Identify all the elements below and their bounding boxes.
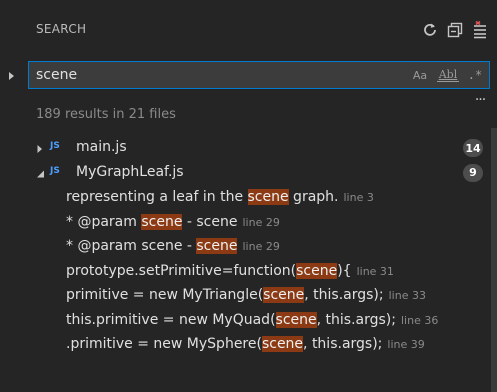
whole-word-toggle[interactable]: Abl [437, 68, 459, 82]
chevron-right-icon [37, 145, 42, 153]
collapse-all-icon [447, 22, 463, 38]
match-text-after: , this.args); [316, 311, 396, 328]
match-text-before: * @param [66, 213, 142, 230]
refresh-button[interactable] [418, 18, 442, 42]
search-box: Aa Abl .* [28, 61, 490, 89]
search-header: SEARCH [0, 0, 497, 58]
match-text-after: ){ [337, 262, 352, 279]
line-number: line 29 [242, 215, 280, 229]
chevron-down-icon [37, 170, 44, 177]
panel-title: SEARCH [36, 22, 87, 36]
clear-results-button[interactable] [468, 18, 492, 42]
line-number: line 39 [387, 338, 425, 351]
match-highlight: scene [196, 238, 238, 254]
match-text-before: this.primitive = new MyQuad( [66, 311, 276, 328]
line-number: line 33 [388, 289, 426, 302]
file-row-main-js[interactable]: JS main.js 14 [0, 136, 497, 161]
file-name: MyGraphLeaf.js [76, 163, 184, 180]
match-text-before: * @param scene - [66, 238, 197, 254]
refresh-icon [424, 23, 436, 36]
line-number: line 29 [242, 240, 280, 253]
match-highlight: scene [247, 189, 289, 205]
search-input[interactable] [36, 65, 396, 85]
match-row[interactable]: representing a leaf in the scene graph. l… [0, 185, 497, 210]
chevron-right-icon [9, 72, 14, 80]
match-text-before: prototype.setPrimitive=function( [66, 262, 297, 279]
js-file-icon: JS [50, 141, 60, 151]
match-highlight: scene [263, 287, 305, 303]
match-count-badge: 14 [463, 139, 483, 157]
search-panel: SEARCH scene Aa Abl .* ... 189 results i… [0, 0, 497, 392]
match-row[interactable]: prototype.setPrimitive=function(scene){ l… [0, 259, 497, 284]
clear-results-icon [474, 21, 486, 39]
regex-toggle[interactable]: .* [465, 66, 485, 84]
match-count-badge: 9 [463, 163, 483, 182]
line-number: line 31 [356, 264, 394, 278]
match-text-before: representing a leaf in the [66, 189, 248, 205]
match-text-after: graph. [288, 189, 339, 205]
match-text-before: .primitive = new MySphere( [66, 336, 262, 352]
line-number: line 3 [343, 191, 374, 204]
match-text-before: primitive = new MyTriangle( [66, 287, 264, 303]
results-summary: 189 results in 21 files [36, 107, 176, 122]
toggle-replace-button[interactable] [6, 68, 18, 82]
match-text-after: , this.args); [304, 287, 384, 303]
file-name: main.js [76, 139, 127, 155]
line-number: line 36 [401, 313, 439, 327]
match-row[interactable]: .primitive = new MySphere(scene, this.ar… [0, 332, 497, 357]
match-row[interactable]: * @param scene - scene line 29 [0, 234, 497, 259]
match-highlight: scene [275, 311, 317, 328]
match-highlight: scene [296, 262, 338, 279]
match-text-after: - scene [182, 213, 238, 230]
match-text-after: , this.args); [303, 336, 383, 352]
match-row[interactable]: this.primitive = new MyQuad(scene, this.… [0, 308, 497, 333]
match-row[interactable]: * @param scene - scene line 29 [0, 210, 497, 235]
match-row[interactable]: primitive = new MyTriangle(scene, this.a… [0, 283, 497, 308]
match-case-toggle[interactable]: Aa [409, 66, 431, 84]
js-file-icon: JS [50, 165, 60, 176]
results-scrollbar[interactable] [491, 128, 497, 392]
match-highlight: scene [141, 213, 183, 230]
collapse-all-button[interactable] [443, 18, 467, 42]
match-highlight: scene [261, 336, 304, 352]
toggle-search-details-button[interactable]: ... [470, 89, 490, 104]
file-row-mygraphleaf-js[interactable]: JS MyGraphLeaf.js 9 [0, 161, 497, 186]
results-tree: JS main.js 14 JS MyGraphLeaf.js 9 repres… [0, 136, 497, 357]
search-row: Aa Abl .* [0, 60, 497, 90]
